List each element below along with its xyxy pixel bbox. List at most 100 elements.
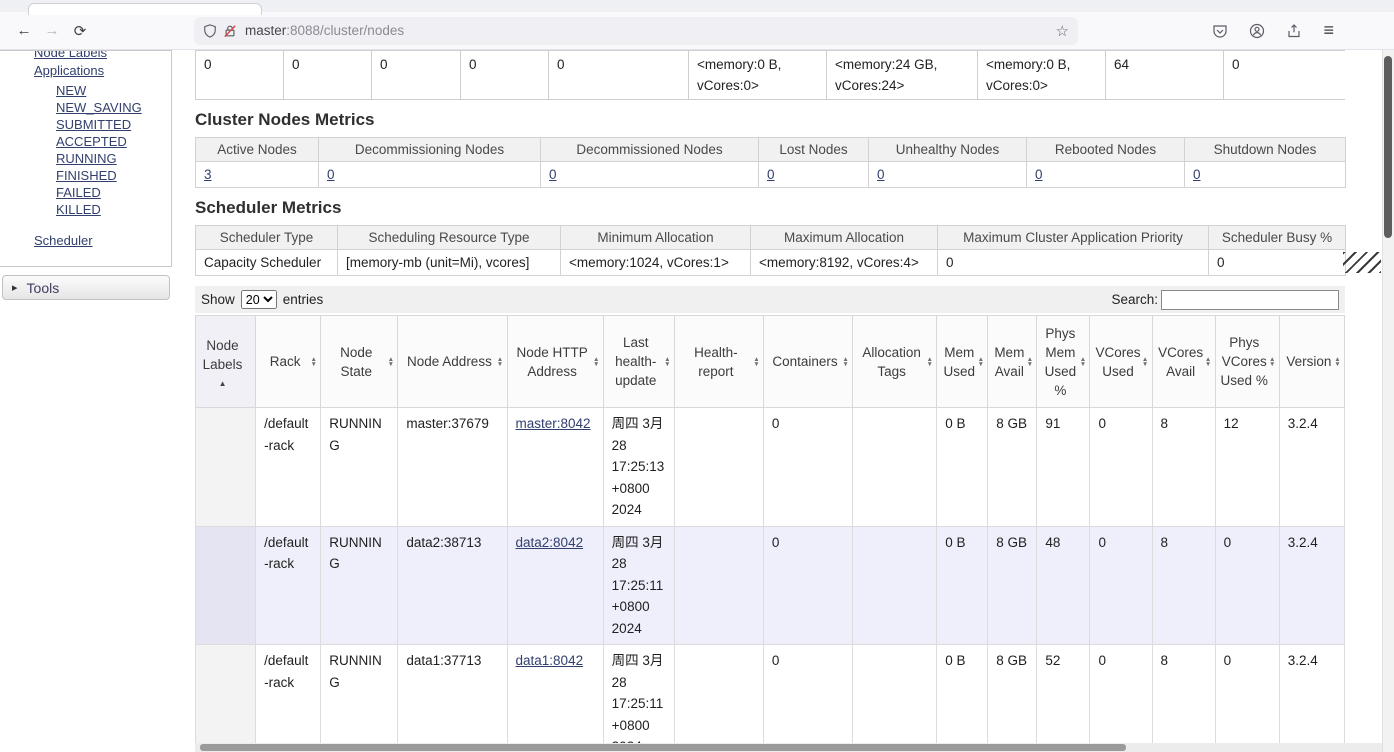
vertical-scrollbar-thumb[interactable] xyxy=(1384,56,1392,238)
cell-node-http-address: data1:8042 xyxy=(506,644,604,752)
tab-bar xyxy=(0,0,1394,15)
entries-label: entries xyxy=(282,292,324,307)
cell-phys-vcores-used: 0 xyxy=(1214,525,1280,645)
nodes-table: Node Labels ▲ Rack ▲ ▼ Node State ▲ ▼ Node … xyxy=(194,315,1346,752)
browser-tab[interactable] xyxy=(28,3,262,15)
decommissioned-nodes-link[interactable]: 0 xyxy=(549,167,557,182)
metric-cell: Capacity Scheduler xyxy=(195,249,338,276)
col-label: VCores Used xyxy=(1095,344,1141,379)
chevron-right-icon: ▸ xyxy=(12,282,18,294)
cell-allocation-tags xyxy=(852,525,938,645)
tools-section-header[interactable]: ▸ Tools xyxy=(2,275,170,300)
lost-nodes-link[interactable]: 0 xyxy=(767,167,775,182)
bookmark-star-icon[interactable]: ☆ xyxy=(1056,22,1069,40)
cell-vcores-avail: 8 xyxy=(1151,644,1216,752)
sidebar: Node Labels Applications NEW NEW_SAVING … xyxy=(0,50,172,752)
cell-rack: /default-rack xyxy=(255,525,322,645)
col-header-phys-mem-used[interactable]: Phys Mem Used % ▲ ▼ xyxy=(1036,315,1091,408)
column-header: Decommissioning Nodes xyxy=(318,137,541,162)
horizontal-scrollbar-thumb[interactable] xyxy=(200,744,1126,751)
table-row: Capacity Scheduler [memory-mb (unit=Mi),… xyxy=(195,249,1346,276)
col-header-node-address[interactable]: Node Address ▲ ▼ xyxy=(397,315,508,408)
metric-cell: 0 xyxy=(540,161,759,188)
cell-node-labels xyxy=(194,644,257,752)
cell-vcores-used: 0 xyxy=(1089,407,1153,527)
share-icon[interactable] xyxy=(1286,23,1302,39)
cell-node-labels xyxy=(194,525,257,645)
browser-toolbar: ← → ⟳ master:8088/cluster/nodes ☆ ≡ xyxy=(0,12,1394,50)
col-label: VCores Avail xyxy=(1158,344,1204,379)
horizontal-scrollbar[interactable] xyxy=(195,743,1382,752)
metric-cell: 0 xyxy=(548,50,689,100)
sort-icon: ▲ ▼ xyxy=(1204,355,1212,368)
insecure-lock-icon[interactable] xyxy=(223,24,237,38)
sidebar-item-node-labels[interactable]: Node Labels xyxy=(34,51,171,60)
decommissioning-nodes-link[interactable]: 0 xyxy=(327,167,335,182)
sidebar-item-finished[interactable]: FINISHED xyxy=(56,168,117,183)
sidebar-item-new-saving[interactable]: NEW_SAVING xyxy=(56,100,142,115)
col-header-last-health-update[interactable]: Last health-update ▲ ▼ xyxy=(602,315,675,408)
node-row-data2: /default-rack RUNNING data2:38713 data2:… xyxy=(194,525,1346,645)
metric-cell: 0 xyxy=(460,50,549,100)
col-header-version[interactable]: Version ▲ ▼ xyxy=(1278,315,1346,408)
col-header-phys-vcores-used[interactable]: Phys VCores Used % ▲ ▼ xyxy=(1214,315,1280,408)
col-label: Node Labels xyxy=(202,337,243,372)
metric-cell: <memory:24 GB, vCores:24> xyxy=(826,50,978,100)
sidebar-item-failed[interactable]: FAILED xyxy=(56,185,101,200)
forward-button[interactable]: → xyxy=(38,18,66,44)
col-header-rack[interactable]: Rack ▲ ▼ xyxy=(255,315,322,408)
active-nodes-link[interactable]: 3 xyxy=(204,167,212,182)
cell-containers: 0 xyxy=(762,525,854,645)
shield-icon[interactable] xyxy=(203,23,217,38)
col-header-vcores-avail[interactable]: VCores Avail ▲ ▼ xyxy=(1151,315,1216,408)
unhealthy-nodes-link[interactable]: 0 xyxy=(877,167,885,182)
node-http-link[interactable]: data1:8042 xyxy=(516,653,584,668)
sidebar-item-submitted[interactable]: SUBMITTED xyxy=(56,117,131,132)
col-header-health-report[interactable]: Health-report ▲ ▼ xyxy=(673,315,764,408)
list-item: FINISHED xyxy=(56,168,171,183)
col-header-mem-avail[interactable]: Mem Avail ▲ ▼ xyxy=(987,315,1038,408)
metric-cell: <memory:8192, vCores:4> xyxy=(750,249,938,276)
cell-mem-avail: 8 GB xyxy=(987,525,1038,645)
node-http-link[interactable]: master:8042 xyxy=(516,416,591,431)
col-header-mem-used[interactable]: Mem Used ▲ ▼ xyxy=(936,315,989,408)
account-icon[interactable] xyxy=(1249,23,1265,39)
sort-icon: ▲ ▼ xyxy=(1079,355,1087,368)
col-header-allocation-tags[interactable]: Allocation Tags ▲ ▼ xyxy=(852,315,938,408)
cell-node-address: data1:37713 xyxy=(397,644,508,752)
col-header-containers[interactable]: Containers ▲ ▼ xyxy=(762,315,854,408)
back-button[interactable]: ← xyxy=(10,18,38,44)
col-header-node-state[interactable]: Node State ▲ ▼ xyxy=(320,315,399,408)
sidebar-item-running[interactable]: RUNNING xyxy=(56,151,117,166)
main-content: 0 0 0 0 0 <memory:0 B, vCores:0> <memory… xyxy=(194,50,1346,752)
shutdown-nodes-link[interactable]: 0 xyxy=(1193,167,1201,182)
reload-button[interactable]: ⟳ xyxy=(66,18,94,44)
url-bar[interactable]: master:8088/cluster/nodes ☆ xyxy=(194,16,1078,45)
col-header-vcores-used[interactable]: VCores Used ▲ ▼ xyxy=(1089,315,1153,408)
sidebar-item-new[interactable]: NEW xyxy=(56,83,86,98)
menu-icon[interactable]: ≡ xyxy=(1323,20,1334,41)
sidebar-item-accepted[interactable]: ACCEPTED xyxy=(56,134,127,149)
cell-phys-mem-used: 91 xyxy=(1036,407,1091,527)
search-input[interactable] xyxy=(1161,289,1339,310)
url-host: master xyxy=(245,23,287,38)
sidebar-item-applications[interactable]: Applications xyxy=(34,63,171,78)
pocket-icon[interactable] xyxy=(1212,23,1228,39)
metric-cell: 0 xyxy=(1208,249,1346,276)
table-row: 3 0 0 0 0 0 0 xyxy=(195,161,1346,188)
cell-last-health-update: 周四 3月 28 17:25:11 +0800 2024 xyxy=(602,644,675,752)
node-http-link[interactable]: data2:8042 xyxy=(516,535,584,550)
vertical-scrollbar[interactable] xyxy=(1382,50,1394,752)
col-label: Mem Used xyxy=(943,344,975,379)
metric-cell: 0 xyxy=(283,50,372,100)
rebooted-nodes-link[interactable]: 0 xyxy=(1035,167,1043,182)
col-label: Node Address xyxy=(407,354,492,369)
col-header-node-labels[interactable]: Node Labels ▲ xyxy=(194,315,257,408)
col-header-node-http-address[interactable]: Node HTTP Address ▲ ▼ xyxy=(506,315,604,408)
sidebar-item-scheduler[interactable]: Scheduler xyxy=(34,233,171,248)
cell-rack: /default-rack xyxy=(255,407,322,527)
page-size-select[interactable]: 20 xyxy=(240,290,277,309)
sidebar-item-killed[interactable]: KILLED xyxy=(56,202,101,217)
metric-cell: 64 xyxy=(1105,50,1224,100)
col-label: Mem Avail xyxy=(994,344,1025,379)
